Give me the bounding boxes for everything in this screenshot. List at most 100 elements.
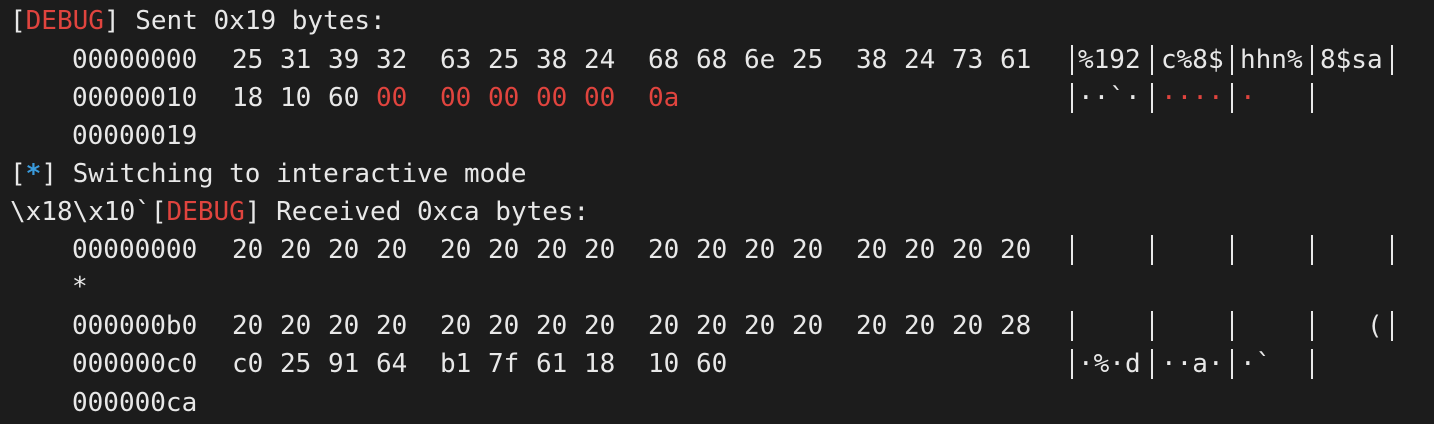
sent-header-line: [DEBUG] Sent 0x19 bytes: [10,2,386,40]
ascii-column: ·` [1240,349,1272,379]
hex-byte: 00 [376,83,408,113]
ascii-separator [1391,45,1393,75]
ascii-separator [1071,349,1073,379]
hex-offset: 000000ca [72,388,198,418]
ascii-separator [1071,235,1073,265]
hex-byte: 39 [328,45,360,75]
ascii-separator [1231,311,1233,341]
hex-byte: 18 [584,349,616,379]
ascii-column [1078,231,1141,269]
ascii-separator [1311,83,1313,113]
hex-byte: 10 [648,349,680,379]
ascii-column [1320,231,1383,269]
ascii-column [1161,231,1224,269]
ascii-column [1240,231,1303,269]
ascii-column: %192 [1078,45,1141,75]
hex-byte: 20 [440,235,472,265]
ascii-separator [1311,235,1313,265]
ascii-column [1240,307,1303,345]
ascii-separator [1231,45,1233,75]
hex-offset: 00000010 [72,83,198,113]
hex-byte: 91 [328,349,360,379]
debug-tag: DEBUG [166,197,245,227]
hex-byte: 68 [696,45,728,75]
hex-byte: 68 [648,45,680,75]
ascii-separator [1391,235,1393,265]
hex-byte: 20 [696,235,728,265]
hex-byte: c0 [232,349,264,379]
ascii-column: · [1240,83,1256,113]
recv-header-line: \x18\x10`[DEBUG] Received 0xca bytes: [10,193,589,231]
repeat-marker: * [72,272,88,302]
bracket-close: ] [244,197,277,227]
bracket-close: ] [41,159,73,189]
hex-offset: 00000000 [72,235,198,265]
hex-byte: 20 [648,311,680,341]
hex-byte: 38 [856,45,888,75]
hex-byte: 20 [744,235,776,265]
hex-byte: 20 [280,235,312,265]
hex-byte: 61 [536,349,568,379]
ascii-column: c%8$ [1161,45,1224,75]
hex-offset: 000000c0 [72,349,198,379]
hex-byte: 32 [376,45,408,75]
hex-byte: 20 [376,235,408,265]
hex-byte: 20 [696,311,728,341]
hex-byte: 61 [1000,45,1032,75]
ascii-column: ··a· [1161,349,1224,379]
ascii-separator [1151,311,1153,341]
ascii-separator [1311,349,1313,379]
ascii-separator [1231,349,1233,379]
hex-byte: 24 [584,45,616,75]
hex-byte: 20 [1000,235,1032,265]
hex-byte: 28 [1000,311,1032,341]
hex-byte: 20 [952,235,984,265]
bracket-open: [ [10,6,26,36]
hex-byte: 20 [744,311,776,341]
hex-byte: 25 [280,349,312,379]
ascii-separator [1231,83,1233,113]
hex-byte: 00 [536,83,568,113]
ascii-separator [1311,45,1313,75]
hex-byte: 0a [648,83,680,113]
ascii-column: hhn% [1240,45,1303,75]
sent-message: Sent 0x19 bytes: [135,6,386,36]
switch-message: Switching to interactive mode [72,159,527,189]
bracket-open: [ [150,197,167,227]
hex-byte: 73 [952,45,984,75]
hex-byte: 00 [488,83,520,113]
hex-byte: 20 [904,235,936,265]
hex-byte: 20 [536,235,568,265]
hex-byte: 20 [648,235,680,265]
hex-byte: 63 [440,45,472,75]
ascii-column [1161,307,1224,345]
ascii-column: ···· [1161,83,1224,113]
hex-byte: 20 [280,311,312,341]
hex-offset: 00000019 [72,121,198,151]
recv-prefix: \x18\x10` [10,197,151,227]
ascii-separator [1151,349,1153,379]
status-line: [*] Switching to interactive mode [10,155,527,193]
ascii-column: ·%·d [1078,349,1141,379]
hex-byte: 6e [744,45,776,75]
hex-byte: 20 [328,311,360,341]
hex-offset: 000000b0 [72,311,198,341]
hex-byte: 20 [232,235,264,265]
ascii-separator [1071,311,1073,341]
ascii-separator [1391,311,1393,341]
hex-byte: 25 [232,45,264,75]
bracket-close: ] [103,6,136,36]
hex-byte: 25 [488,45,520,75]
hex-byte: 20 [232,311,264,341]
ascii-separator [1151,235,1153,265]
ascii-column: 8$sa [1320,45,1383,75]
hex-byte: 60 [328,83,360,113]
hex-byte: 60 [696,349,728,379]
hex-byte: 25 [792,45,824,75]
ascii-separator [1151,83,1153,113]
hex-byte: b1 [440,349,472,379]
ascii-separator [1071,83,1073,113]
hex-byte: 24 [904,45,936,75]
hex-byte: 00 [440,83,472,113]
hex-byte: 10 [280,83,312,113]
